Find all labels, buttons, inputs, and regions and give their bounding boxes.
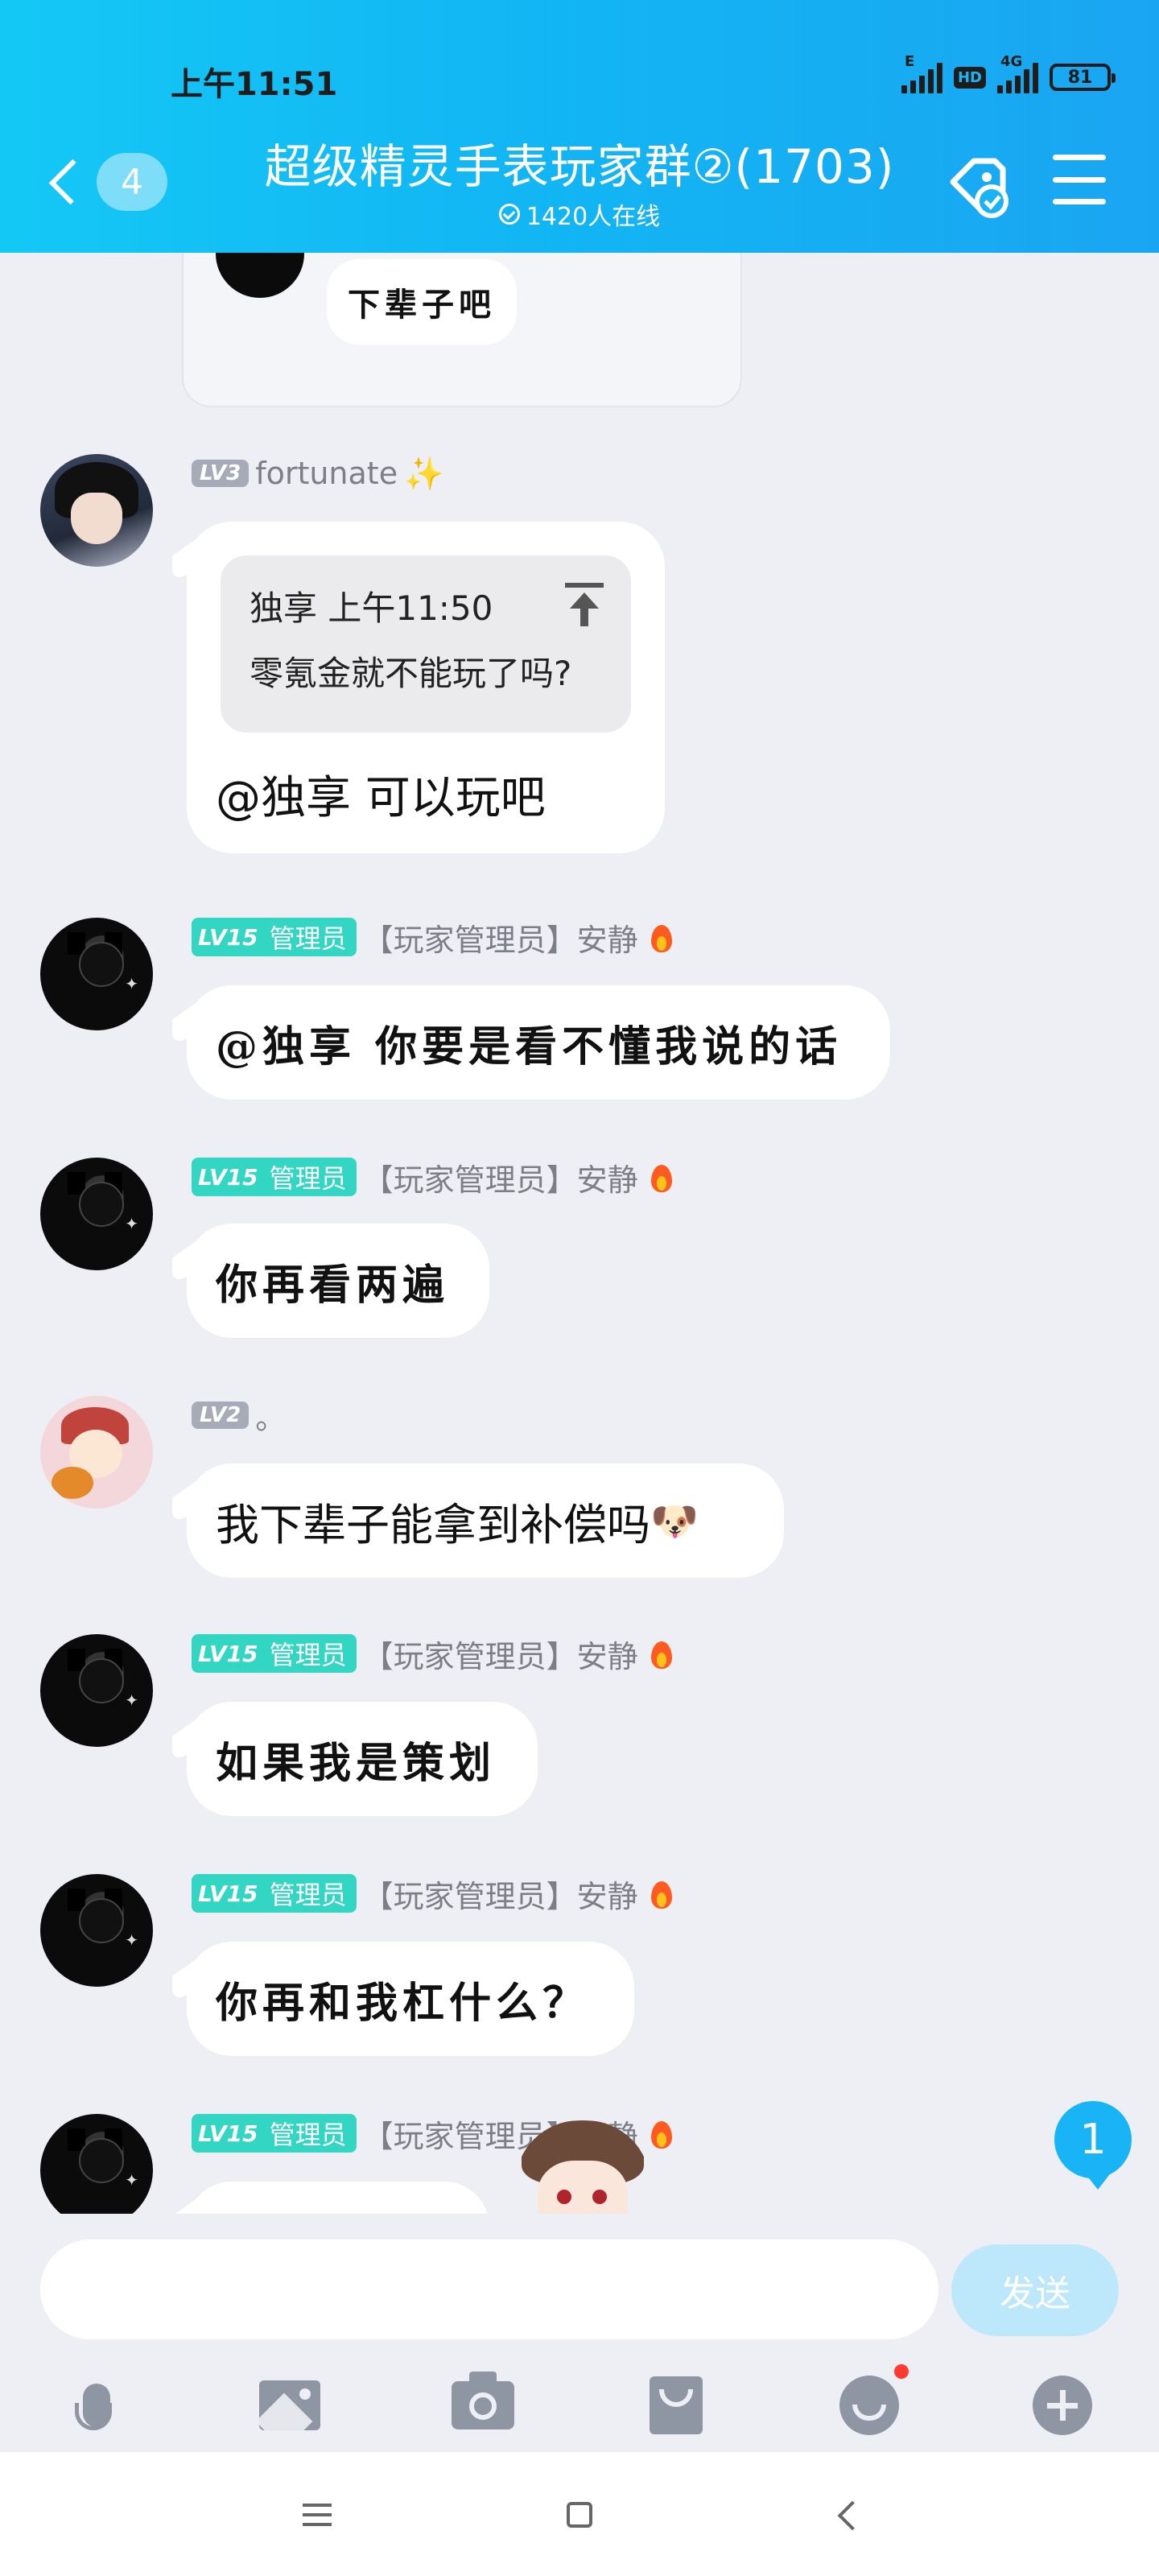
fire-icon <box>648 1876 675 1910</box>
sender-line: LV2 。 <box>192 1393 286 1438</box>
avatar[interactable]: ✦ <box>40 918 153 1030</box>
message-list[interactable]: 下辈子吧 LV3 fortunate ✨ 独享 上午11:50 零氪金就不能玩了… <box>0 253 1159 2214</box>
chat-header: 上午11:51 E HD 4G 81 4 超级精灵手表玩家群②(1703) 14… <box>0 0 1159 253</box>
message-text: @独享 可以玩吧 <box>216 772 546 824</box>
sender-line: LV15 管理员 【玩家管理员】安静 <box>192 1632 675 1676</box>
plus-icon <box>1033 2376 1092 2435</box>
emoji-button[interactable] <box>832 2364 909 2442</box>
message-bubble[interactable]: 如果我是策划 <box>187 1702 538 1816</box>
sticker-message[interactable]: 下辈子吧 <box>182 253 742 407</box>
message-bubble[interactable]: @独享 你要是看不懂我说的话 <box>187 985 890 1100</box>
level-badge: LV2 <box>192 1402 250 1429</box>
sender-name[interactable]: 【玩家管理员】安静 <box>363 1632 638 1676</box>
red-packet-icon <box>650 2376 703 2434</box>
sender-line: LV3 fortunate ✨ <box>192 454 444 493</box>
status-icons: E HD 4G 81 <box>901 53 1116 97</box>
fire-icon <box>648 1160 675 1194</box>
dog-emoji: 🐶 <box>650 1498 699 1544</box>
sparkle-icon: ✨ <box>404 455 444 493</box>
admin-badge: LV15 管理员 <box>192 2114 357 2153</box>
avatar[interactable] <box>40 454 153 567</box>
notification-dot <box>894 2364 909 2379</box>
back-icon[interactable] <box>837 2500 868 2531</box>
sender-line: LV15 管理员 【玩家管理员】安静 <box>192 1155 675 1199</box>
camera-icon <box>452 2372 514 2429</box>
message-bubble[interactable]: 你再和我杠什么？ <box>187 1942 634 2056</box>
system-nav-bar <box>0 2452 1159 2576</box>
message-bubble[interactable] <box>187 2182 489 2214</box>
reply-author: 独享 上午11:50 <box>250 588 493 628</box>
avatar[interactable]: ✦ <box>40 2114 153 2214</box>
home-icon[interactable] <box>567 2502 592 2528</box>
emoji-icon <box>839 2364 909 2435</box>
message-text: 你再和我杠什么？ <box>216 1978 590 2028</box>
message-text: 你再看两遍 <box>216 1260 450 1310</box>
camera-button[interactable] <box>446 2368 520 2442</box>
sender-line: LV15 管理员 【玩家管理员】安静 <box>192 1872 675 1916</box>
send-button[interactable]: 发送 <box>951 2244 1119 2336</box>
avatar[interactable]: ✦ <box>40 1158 153 1270</box>
battery-icon: 81 <box>1050 64 1116 91</box>
reply-text: 零氪金就不能玩了吗? <box>250 654 572 693</box>
sender-name[interactable]: 【玩家管理员】安静 <box>363 1872 638 1916</box>
message-input[interactable] <box>40 2240 938 2339</box>
fire-icon <box>648 920 675 954</box>
signal-4g-icon: 4G <box>997 53 1038 93</box>
admin-badge: LV15 管理员 <box>192 1634 357 1673</box>
voice-button[interactable] <box>60 2368 134 2442</box>
recents-icon[interactable] <box>303 2504 332 2526</box>
message-text: @独享 你要是看不懂我说的话 <box>216 1022 843 1071</box>
sender-name[interactable]: 【玩家管理员】安静 <box>363 915 638 960</box>
message-bubble[interactable]: 你再看两遍 <box>187 1224 489 1338</box>
admin-badge: LV15 管理员 <box>192 918 357 956</box>
image-button[interactable] <box>253 2368 327 2442</box>
message-bubble[interactable]: 独享 上午11:50 零氪金就不能玩了吗? @独享 可以玩吧 <box>187 522 665 853</box>
input-toolbar <box>0 2364 1159 2442</box>
sticker-text: 下辈子吧 <box>327 259 517 345</box>
message-text: 如果我是策划 <box>216 1738 497 1788</box>
more-button[interactable] <box>1025 2368 1099 2442</box>
sender-name[interactable]: 。 <box>255 1393 286 1438</box>
fire-icon <box>648 2116 675 2150</box>
message-text: 我下辈子能拿到补偿吗 <box>216 1499 650 1550</box>
avatar[interactable]: ✦ <box>40 1634 153 1747</box>
sender-name[interactable]: fortunate <box>255 456 398 491</box>
sender-line: LV15 管理员 【玩家管理员】安静 <box>192 918 675 958</box>
image-icon <box>259 2380 320 2430</box>
avatar[interactable] <box>40 1396 153 1509</box>
fire-icon <box>648 1637 675 1670</box>
input-area: 发送 <box>0 2214 1159 2452</box>
level-badge: LV3 <box>192 460 250 487</box>
check-circle-icon <box>498 204 520 225</box>
admin-badge: LV15 管理员 <box>192 1158 357 1196</box>
sender-name[interactable]: 【玩家管理员】安静 <box>363 1155 638 1199</box>
group-tag-icon[interactable] <box>942 150 1014 222</box>
message-bubble[interactable]: 我下辈子能拿到补偿吗 🐶 <box>187 1463 784 1578</box>
character-pendant[interactable] <box>515 2120 650 2214</box>
hd-icon: HD <box>953 66 986 89</box>
reply-quote[interactable]: 独享 上午11:50 零氪金就不能玩了吗? <box>221 555 631 733</box>
red-packet-button[interactable] <box>639 2368 713 2442</box>
jump-to-top-icon[interactable] <box>565 583 604 626</box>
menu-icon[interactable] <box>1053 155 1106 204</box>
new-message-badge[interactable]: 1 <box>1054 2101 1132 2190</box>
avatar[interactable]: ✦ <box>40 1874 153 1987</box>
signal-icon: E <box>901 53 942 93</box>
admin-badge: LV15 管理员 <box>192 1874 357 1913</box>
mic-icon <box>75 2384 112 2430</box>
status-time: 上午11:51 <box>171 66 338 103</box>
sticker-image <box>216 253 304 298</box>
